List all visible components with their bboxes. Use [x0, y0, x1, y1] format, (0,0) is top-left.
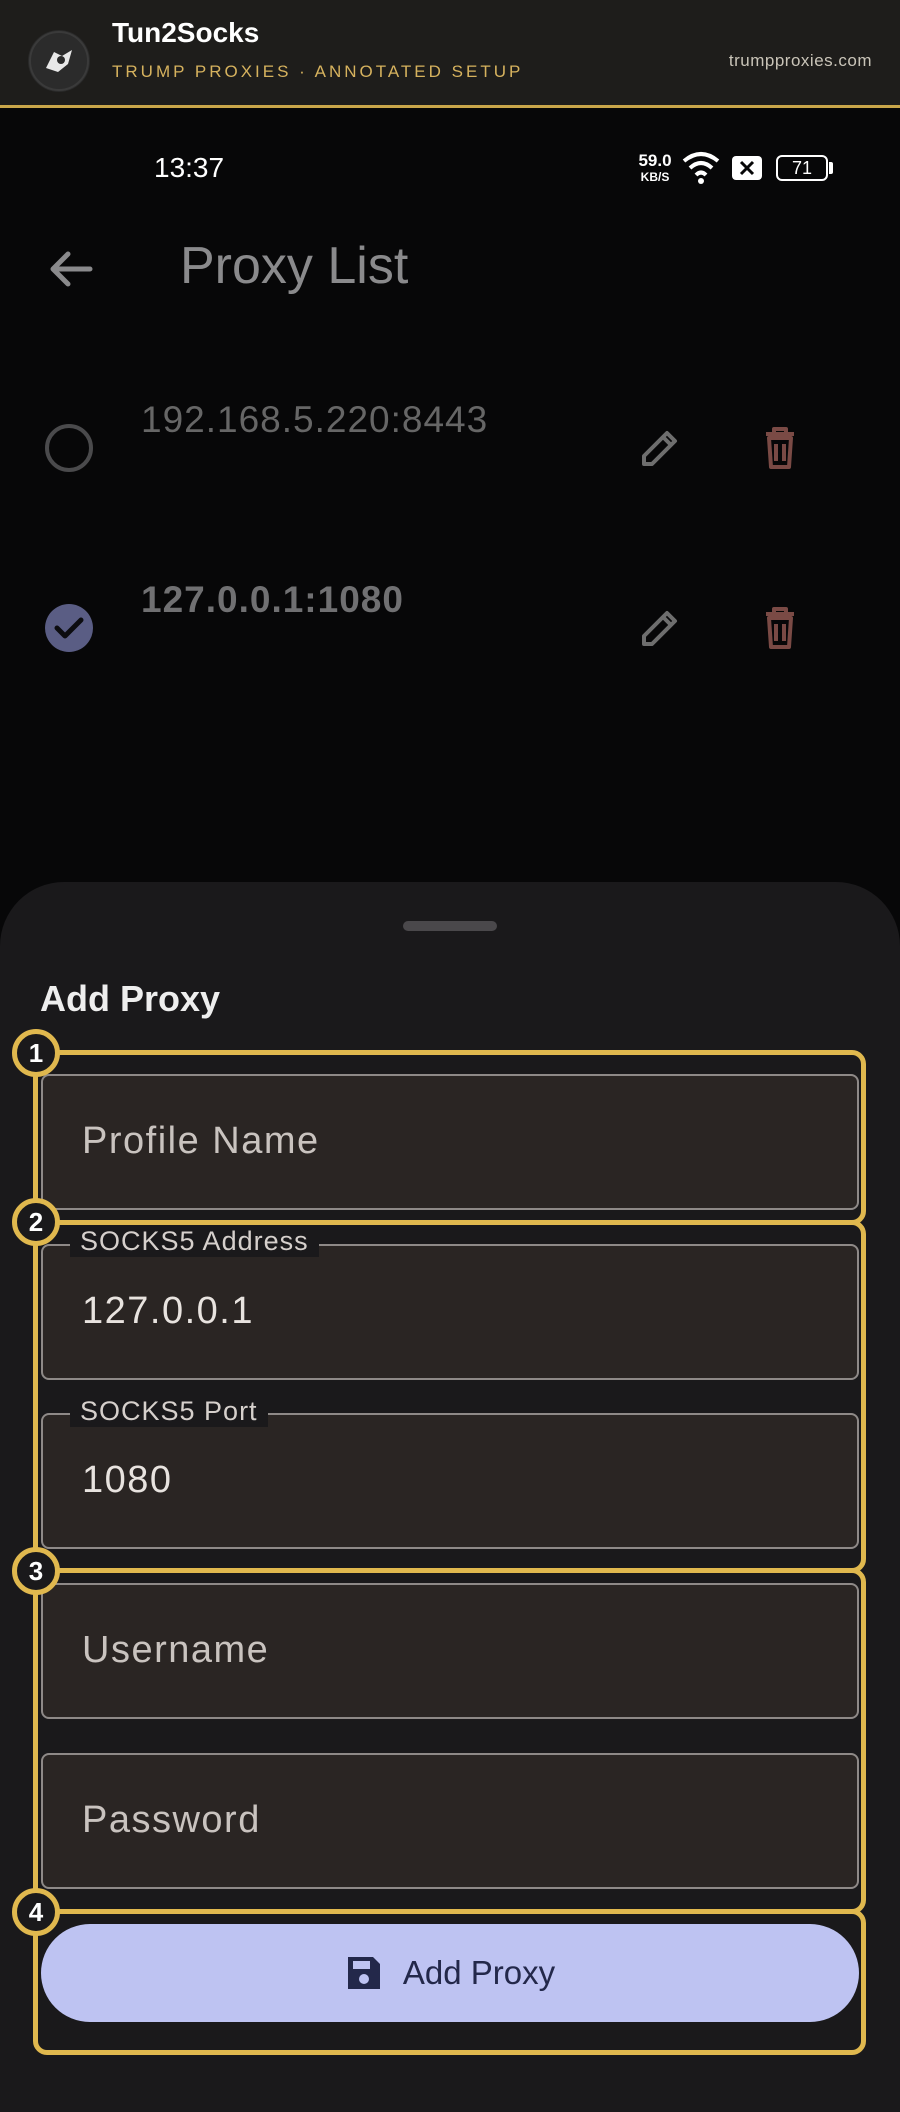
app-name: Tun2Socks: [112, 17, 260, 48]
back-arrow-icon[interactable]: [46, 244, 96, 294]
sheet-title: Add Proxy: [40, 978, 221, 1019]
annotation-badge-1: 1: [12, 1029, 60, 1077]
edit-pencil-icon[interactable]: [634, 422, 686, 474]
check-icon: [54, 617, 84, 639]
annotation-box-2: [33, 1220, 866, 1573]
status-time: 13:37: [154, 152, 225, 183]
sim-off-icon: [732, 156, 762, 180]
proxy-radio-unselected[interactable]: [45, 424, 93, 472]
speed-unit: KB/S: [640, 170, 670, 184]
battery-tip: [829, 162, 833, 174]
battery-level: 71: [791, 158, 813, 178]
app-banner: Tun2Socks TRUMP PROXIES · ANNOTATED SETU…: [0, 0, 900, 108]
page-title: Proxy List: [180, 237, 409, 295]
delete-trash-icon[interactable]: [754, 602, 806, 654]
logo-icon: [28, 30, 90, 92]
battery-icon: 71: [776, 155, 828, 181]
proxy-address[interactable]: 127.0.0.1:1080: [141, 579, 404, 621]
annotation-box-3: [33, 1568, 866, 1914]
network-speed: 59.0 KB/S: [630, 151, 680, 185]
annotation-badge-4: 4: [12, 1888, 60, 1936]
proxy-radio-selected[interactable]: [45, 604, 93, 652]
drag-handle[interactable]: [403, 921, 497, 931]
annotation-badge-3: 3: [12, 1547, 60, 1595]
banner-domain: trumpproxies.com: [728, 51, 872, 70]
edit-pencil-icon[interactable]: [634, 602, 686, 654]
delete-trash-icon[interactable]: [754, 422, 806, 474]
wifi-icon: [682, 152, 720, 184]
proxy-address[interactable]: 192.168.5.220:8443: [141, 399, 488, 441]
banner-subtitle: TRUMP PROXIES · ANNOTATED SETUP: [112, 62, 524, 81]
annotation-box-1: [33, 1050, 866, 1225]
annotation-badge-2: 2: [12, 1198, 60, 1246]
annotation-box-4: [33, 1909, 866, 2055]
speed-value: 59.0: [638, 151, 672, 170]
